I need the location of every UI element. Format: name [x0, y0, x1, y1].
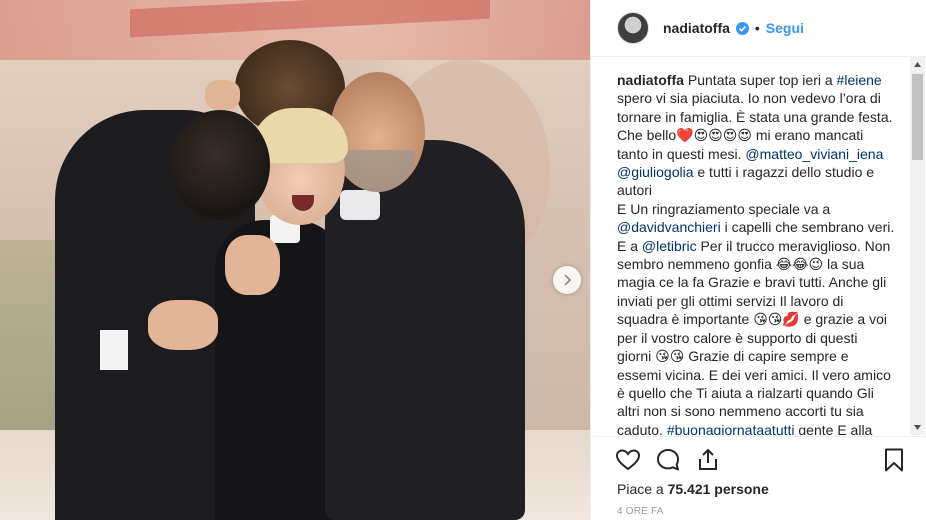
post-header: nadiatoffa • Segui — [591, 0, 926, 57]
caption-tag-link[interactable]: #buonagiornataatutti — [667, 422, 795, 435]
caption-tag-link[interactable]: @giuliogolia — [617, 164, 693, 180]
photo-hand — [205, 80, 240, 110]
follow-button[interactable]: Segui — [766, 20, 804, 36]
photo-hand — [225, 235, 280, 295]
likes-suffix: persone — [710, 481, 769, 497]
header-username[interactable]: nadiatoffa — [663, 20, 730, 36]
post-actions — [591, 436, 926, 481]
next-photo-button[interactable] — [553, 266, 581, 294]
verified-badge-icon — [735, 21, 749, 35]
caption-username[interactable]: nadiatoffa — [617, 72, 684, 88]
header-separator: • — [754, 20, 760, 36]
caption-tag-link[interactable]: @letibric — [642, 238, 697, 254]
likes-count[interactable]: Piace a 75.421 persone — [617, 481, 769, 497]
share-icon — [699, 449, 717, 470]
photo-shirt-cuff — [100, 330, 128, 370]
likes-prefix: Piace a — [617, 481, 668, 497]
photo-hand — [148, 300, 218, 350]
scrollbar-thumb[interactable] — [912, 74, 923, 160]
caption-segment: Puntata super top ieri a — [687, 72, 837, 88]
post-timestamp[interactable]: 4 ore fa — [617, 506, 664, 517]
caret-up-icon — [914, 62, 921, 67]
scroll-down-button[interactable] — [910, 420, 925, 435]
comments-area[interactable]: nadiatoffa Puntata super top ieri a #leie… — [591, 57, 911, 435]
post-photo[interactable] — [0, 0, 590, 520]
comments-scrollbar[interactable] — [910, 57, 925, 435]
caption-tag-link[interactable]: @davidvanchieri — [617, 219, 721, 235]
caption-text: Puntata super top ieri a #leiene spero v… — [617, 72, 894, 435]
comment-button[interactable] — [655, 447, 681, 473]
caption-tag-link[interactable]: @matteo_viviani_iena — [745, 146, 883, 162]
bookmark-icon — [885, 448, 903, 472]
caption-segment: E Un ringraziamento speciale va a — [617, 200, 831, 217]
post-sidebar: nadiatoffa • Segui nadiatoffa Puntata sup… — [590, 0, 926, 520]
photo-shirt — [340, 190, 380, 220]
photo-person-left-head — [170, 110, 270, 220]
avatar[interactable] — [617, 12, 649, 44]
scroll-up-button[interactable] — [910, 57, 925, 72]
instagram-post: nadiatoffa • Segui nadiatoffa Puntata sup… — [0, 0, 926, 520]
heart-icon — [615, 449, 641, 471]
caret-down-icon — [914, 425, 921, 430]
share-button[interactable] — [695, 447, 721, 473]
caption-segment: Per il trucco meraviglioso. Non sembro n… — [617, 237, 891, 435]
chevron-right-icon — [564, 274, 572, 286]
post-caption: nadiatoffa Puntata super top ieri a #leie… — [617, 71, 895, 435]
like-button[interactable] — [615, 447, 641, 473]
comment-bubble-icon — [657, 449, 679, 471]
save-button[interactable] — [881, 447, 907, 473]
likes-number: 75.421 — [667, 481, 711, 497]
caption-tag-link[interactable]: #leiene — [837, 72, 882, 88]
